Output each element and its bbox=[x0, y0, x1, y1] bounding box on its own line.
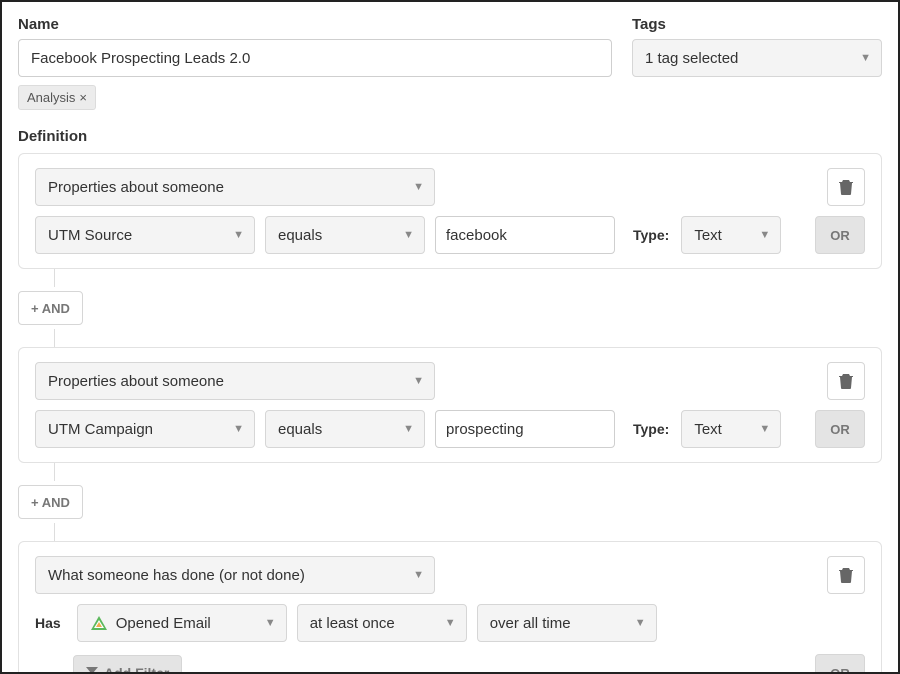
connector-line bbox=[54, 523, 55, 541]
frequency-value: at least once bbox=[310, 615, 395, 632]
add-filter-button[interactable]: Add Filter bbox=[73, 655, 182, 674]
segment-builder: Name Analysis × Tags 1 tag selected ▼ De… bbox=[0, 0, 900, 674]
operator-value: equals bbox=[278, 421, 322, 438]
type-label: Type: bbox=[633, 227, 669, 243]
condition-card: Properties about someone ▼ UTM Campaign … bbox=[18, 347, 882, 463]
value-input[interactable] bbox=[435, 410, 615, 448]
property-select[interactable]: UTM Campaign ▼ bbox=[35, 410, 255, 448]
tag-chip-label: Analysis bbox=[27, 90, 75, 105]
chevron-down-icon: ▼ bbox=[403, 423, 414, 435]
trash-icon bbox=[839, 179, 853, 195]
or-button[interactable]: OR bbox=[815, 410, 865, 448]
operator-select[interactable]: equals ▼ bbox=[265, 410, 425, 448]
metric-value: Opened Email bbox=[116, 615, 257, 632]
and-button[interactable]: + AND bbox=[18, 485, 83, 519]
name-column: Name Analysis × bbox=[18, 16, 612, 110]
trash-icon bbox=[839, 567, 853, 583]
filter-row: Add Filter OR bbox=[35, 654, 865, 674]
klaviyo-icon bbox=[90, 614, 108, 632]
chevron-down-icon: ▼ bbox=[759, 229, 770, 241]
type-value: Text bbox=[694, 421, 722, 438]
tags-select[interactable]: 1 tag selected ▼ bbox=[632, 39, 882, 77]
chevron-down-icon: ▼ bbox=[233, 229, 244, 241]
tags-label: Tags bbox=[632, 16, 882, 33]
metric-select[interactable]: Opened Email ▼ bbox=[77, 604, 287, 642]
operator-select[interactable]: equals ▼ bbox=[265, 216, 425, 254]
operator-value: equals bbox=[278, 227, 322, 244]
delete-button[interactable] bbox=[827, 168, 865, 206]
chevron-down-icon: ▼ bbox=[413, 375, 424, 387]
name-input[interactable] bbox=[18, 39, 612, 77]
type-select[interactable]: Text ▼ bbox=[681, 410, 781, 448]
property-value: UTM Source bbox=[48, 227, 132, 244]
condition-card: Properties about someone ▼ UTM Source ▼ … bbox=[18, 153, 882, 269]
condition-type-select[interactable]: Properties about someone ▼ bbox=[35, 362, 435, 400]
frequency-select[interactable]: at least once ▼ bbox=[297, 604, 467, 642]
value-input[interactable] bbox=[435, 216, 615, 254]
definition-label: Definition bbox=[18, 128, 882, 145]
condition-detail-row: UTM Source ▼ equals ▼ Type: Text ▼ OR bbox=[35, 216, 865, 254]
trash-icon bbox=[839, 373, 853, 389]
condition-top-row: What someone has done (or not done) ▼ bbox=[35, 556, 865, 594]
condition-card: What someone has done (or not done) ▼ Ha… bbox=[18, 541, 882, 674]
tags-column: Tags 1 tag selected ▼ bbox=[632, 16, 882, 110]
or-button[interactable]: OR bbox=[815, 216, 865, 254]
chevron-down-icon: ▼ bbox=[233, 423, 244, 435]
chevron-down-icon: ▼ bbox=[445, 617, 456, 629]
condition-type-value: Properties about someone bbox=[48, 179, 224, 196]
and-button[interactable]: + AND bbox=[18, 291, 83, 325]
tag-chip[interactable]: Analysis × bbox=[18, 85, 96, 110]
chevron-down-icon: ▼ bbox=[265, 617, 276, 629]
name-label: Name bbox=[18, 16, 612, 33]
condition-type-value: Properties about someone bbox=[48, 373, 224, 390]
filter-icon bbox=[86, 667, 98, 674]
condition-detail-row: Has Opened Email ▼ at least once ▼ over … bbox=[35, 604, 865, 642]
tags-select-value: 1 tag selected bbox=[645, 50, 738, 67]
condition-detail-row: UTM Campaign ▼ equals ▼ Type: Text ▼ OR bbox=[35, 410, 865, 448]
type-value: Text bbox=[694, 227, 722, 244]
property-select[interactable]: UTM Source ▼ bbox=[35, 216, 255, 254]
condition-type-select[interactable]: What someone has done (or not done) ▼ bbox=[35, 556, 435, 594]
condition-type-value: What someone has done (or not done) bbox=[48, 567, 305, 584]
timeframe-value: over all time bbox=[490, 615, 571, 632]
delete-button[interactable] bbox=[827, 362, 865, 400]
chevron-down-icon: ▼ bbox=[635, 617, 646, 629]
delete-button[interactable] bbox=[827, 556, 865, 594]
property-value: UTM Campaign bbox=[48, 421, 153, 438]
chevron-down-icon: ▼ bbox=[413, 181, 424, 193]
or-button[interactable]: OR bbox=[815, 654, 865, 674]
chevron-down-icon: ▼ bbox=[759, 423, 770, 435]
condition-top-row: Properties about someone ▼ bbox=[35, 362, 865, 400]
condition-top-row: Properties about someone ▼ bbox=[35, 168, 865, 206]
type-select[interactable]: Text ▼ bbox=[681, 216, 781, 254]
header-row: Name Analysis × Tags 1 tag selected ▼ bbox=[18, 16, 882, 110]
connector-line bbox=[54, 269, 55, 287]
chevron-down-icon: ▼ bbox=[413, 569, 424, 581]
connector-line bbox=[54, 463, 55, 481]
chevron-down-icon: ▼ bbox=[403, 229, 414, 241]
condition-type-select[interactable]: Properties about someone ▼ bbox=[35, 168, 435, 206]
timeframe-select[interactable]: over all time ▼ bbox=[477, 604, 657, 642]
type-label: Type: bbox=[633, 421, 669, 437]
close-icon[interactable]: × bbox=[79, 90, 87, 105]
has-label: Has bbox=[35, 615, 61, 631]
connector-line bbox=[54, 329, 55, 347]
add-filter-label: Add Filter bbox=[104, 665, 169, 674]
chevron-down-icon: ▼ bbox=[860, 52, 871, 64]
